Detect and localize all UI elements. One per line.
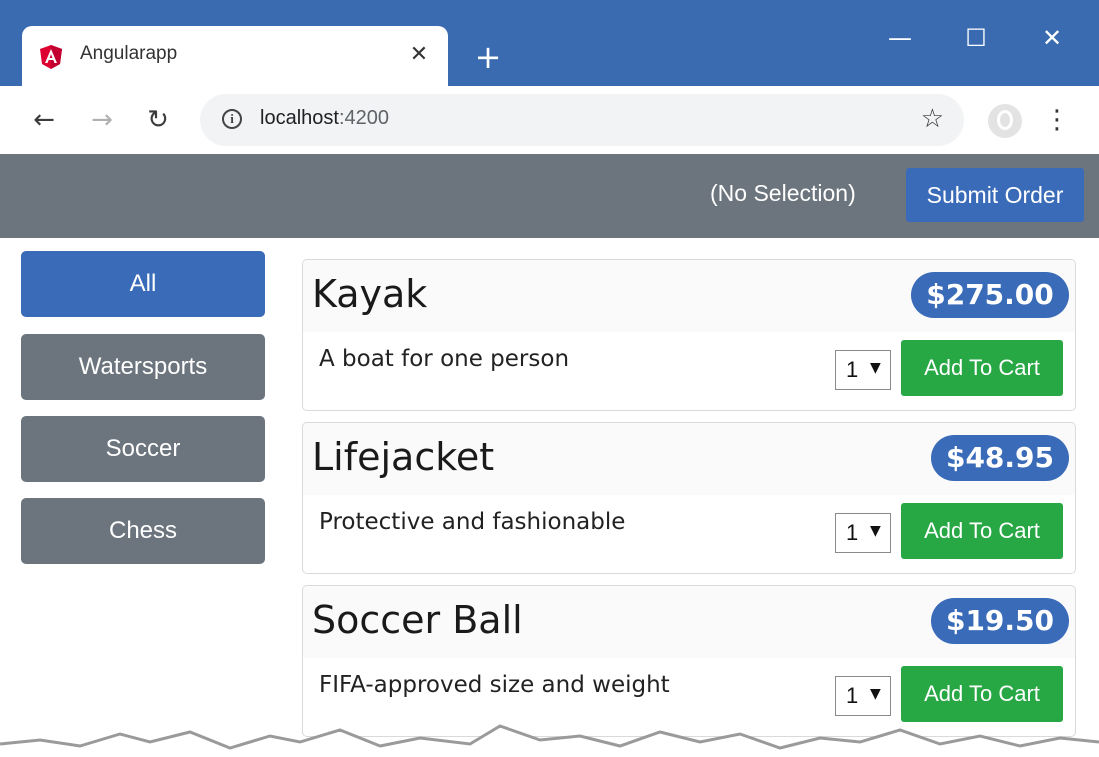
product-description: FIFA-approved size and weight	[319, 672, 670, 698]
product-name: Lifejacket	[312, 435, 495, 479]
product-description: Protective and fashionable	[319, 509, 626, 535]
submit-order-button[interactable]: Submit Order	[906, 168, 1084, 222]
browser-tab[interactable]: Angularapp ✕	[22, 26, 448, 88]
address-bar[interactable]: i localhost:4200 ☆	[200, 94, 964, 146]
dropdown-caret-icon: ▼	[870, 360, 881, 376]
tab-title: Angularapp	[80, 43, 178, 64]
add-to-cart-button[interactable]: Add To Cart	[901, 503, 1063, 559]
quantity-select[interactable]: 1 ▼	[835, 513, 891, 553]
product-description: A boat for one person	[319, 346, 570, 372]
app-header: (No Selection) Submit Order	[0, 154, 1099, 238]
quantity-select[interactable]: 1 ▼	[835, 350, 891, 390]
product-name: Kayak	[312, 272, 428, 316]
minimize-icon[interactable]: —	[880, 20, 920, 56]
dropdown-caret-icon: ▼	[870, 523, 881, 539]
url-host: localhost	[260, 107, 339, 129]
kebab-menu-icon[interactable]: ⋮	[1044, 102, 1070, 140]
category-button-chess[interactable]: Chess	[21, 498, 265, 564]
dropdown-caret-icon: ▼	[870, 686, 881, 702]
price-badge: $19.50	[931, 598, 1069, 644]
quantity-value: 1	[846, 683, 859, 708]
new-tab-icon[interactable]: +	[470, 40, 506, 76]
url-text: localhost:4200	[260, 107, 389, 130]
quantity-value: 1	[846, 520, 859, 545]
torn-edge-decoration	[0, 724, 1099, 757]
quantity-value: 1	[846, 357, 859, 382]
product-name: Soccer Ball	[312, 598, 523, 642]
maximize-icon[interactable]: ☐	[956, 20, 996, 56]
angular-icon	[40, 45, 62, 69]
reload-icon[interactable]: ↻	[138, 100, 178, 140]
price-badge: $48.95	[931, 435, 1069, 481]
profile-avatar-icon[interactable]	[988, 104, 1022, 138]
browser-titlebar: Angularapp ✕ + — ☐ ✕	[0, 0, 1099, 88]
url-port: :4200	[338, 107, 389, 129]
info-icon[interactable]: i	[222, 109, 242, 129]
price-badge: $275.00	[911, 272, 1069, 318]
forward-arrow-icon[interactable]: →	[82, 100, 122, 140]
add-to-cart-button[interactable]: Add To Cart	[901, 340, 1063, 396]
close-window-icon[interactable]: ✕	[1032, 20, 1072, 56]
browser-toolbar: ← → ↻ i localhost:4200 ☆ ⋮	[0, 86, 1099, 154]
bookmark-star-icon[interactable]: ☆	[921, 104, 944, 134]
category-button-soccer[interactable]: Soccer	[21, 416, 265, 482]
product-card: Lifejacket $48.95 Protective and fashion…	[302, 422, 1076, 574]
page-content: (No Selection) Submit Order All Waterspo…	[0, 154, 1099, 757]
selection-status: (No Selection)	[710, 180, 856, 206]
product-card: Kayak $275.00 A boat for one person 1 ▼ …	[302, 259, 1076, 411]
category-button-all[interactable]: All	[21, 251, 265, 317]
category-button-watersports[interactable]: Watersports	[21, 334, 265, 400]
back-arrow-icon[interactable]: ←	[24, 100, 64, 140]
close-tab-icon[interactable]: ✕	[404, 40, 434, 70]
quantity-select[interactable]: 1 ▼	[835, 676, 891, 716]
